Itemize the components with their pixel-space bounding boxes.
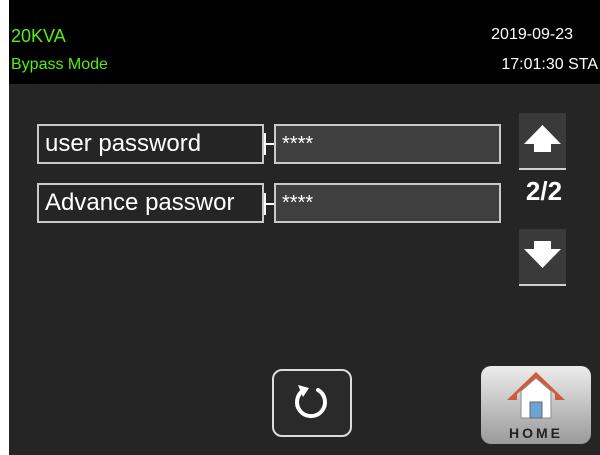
user-password-field[interactable]: **** [274,124,501,164]
operating-mode: Bypass Mode [11,56,108,73]
page-up-button[interactable] [519,113,566,170]
arrow-up-icon [524,125,561,152]
page-down-button[interactable] [519,229,566,286]
advance-password-label: Advance passwor [37,183,264,223]
time-readout: 17:01:30 STA [501,56,598,73]
page-indicator: 2/2 [525,176,563,206]
advance-password-field[interactable]: **** [274,183,501,223]
connector-line [264,193,266,215]
refresh-button[interactable] [272,369,352,437]
refresh-icon [295,385,327,419]
user-password-label: user password [37,124,264,164]
arrow-down-icon [524,241,561,268]
home-label: HOME [509,425,563,441]
ups-rating: 20KVA [11,26,66,46]
home-button[interactable]: HOME [481,366,591,444]
connector-line [264,133,266,155]
status-bar: 20KVA Bypass Mode 2019-09-23 17:01:30 ST… [9,0,600,84]
date-readout: 2019-09-23 [491,26,573,43]
ups-screen: 20KVA Bypass Mode 2019-09-23 17:01:30 ST… [9,0,600,455]
